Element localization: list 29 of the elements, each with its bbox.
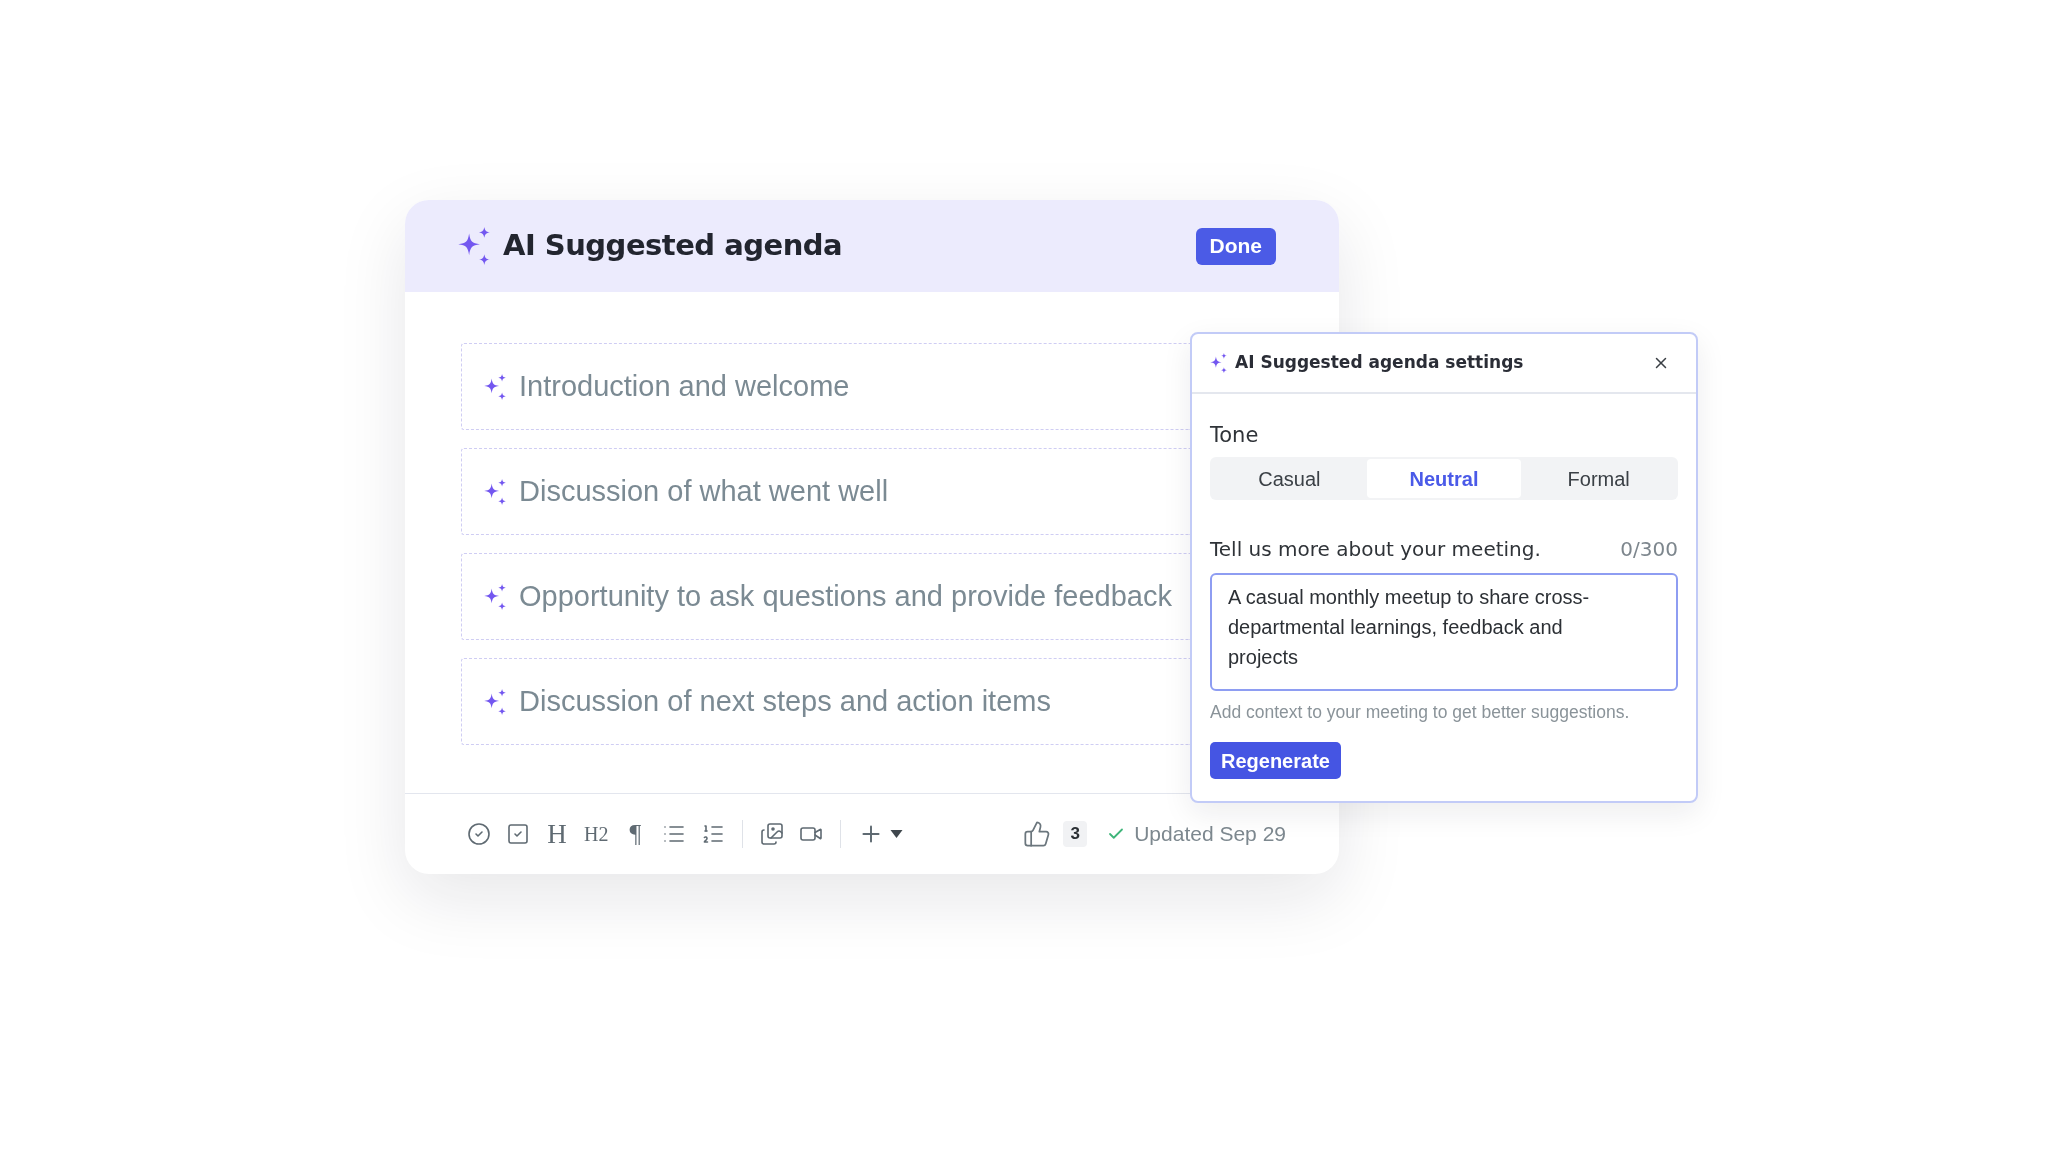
tone-option[interactable]: Casual [1212, 459, 1367, 498]
updated-status: Updated Sep 29 [1134, 821, 1286, 848]
numbered-list-icon[interactable] [701, 822, 726, 846]
sparkle-icon [484, 373, 506, 400]
format-button[interactable]: H2 [584, 820, 609, 848]
check-circle-icon[interactable] [467, 822, 491, 846]
regenerate-button[interactable]: Regenerate [1210, 742, 1341, 780]
done-button[interactable]: Done [1195, 227, 1276, 265]
sparkle-icon [484, 583, 506, 610]
image-gallery-icon[interactable] [760, 822, 785, 846]
sparkle-icon [457, 227, 491, 265]
tone-option[interactable]: Formal [1521, 459, 1676, 498]
card-title: AI Suggested agenda [503, 227, 843, 265]
character-counter: 0/300 [1620, 536, 1678, 563]
description-text-area[interactable]: A casual monthly meetup to share cross-departmental learnings, feedback and projects [1210, 573, 1678, 691]
thumbs-up-button[interactable] [1023, 820, 1052, 848]
tone-label: Tone [1210, 422, 1260, 448]
description-label: Tell us more about your meeting. [1210, 536, 1541, 563]
sparkle-icon [1210, 353, 1227, 373]
caret-down-icon [890, 830, 904, 838]
checkbox-icon[interactable] [506, 822, 530, 846]
sparkle-icon [484, 478, 506, 505]
sparkle-icon [484, 688, 506, 715]
format-button[interactable]: ¶ [623, 820, 648, 848]
hint-text: Add context to your meeting to get better suggestions. [1210, 701, 1631, 724]
panel-title: AI Suggested agenda settings [1235, 351, 1524, 375]
tone-option[interactable]: Neutral [1366, 459, 1522, 498]
format-button[interactable]: H [545, 820, 569, 848]
like-count: 3 [1063, 821, 1088, 847]
